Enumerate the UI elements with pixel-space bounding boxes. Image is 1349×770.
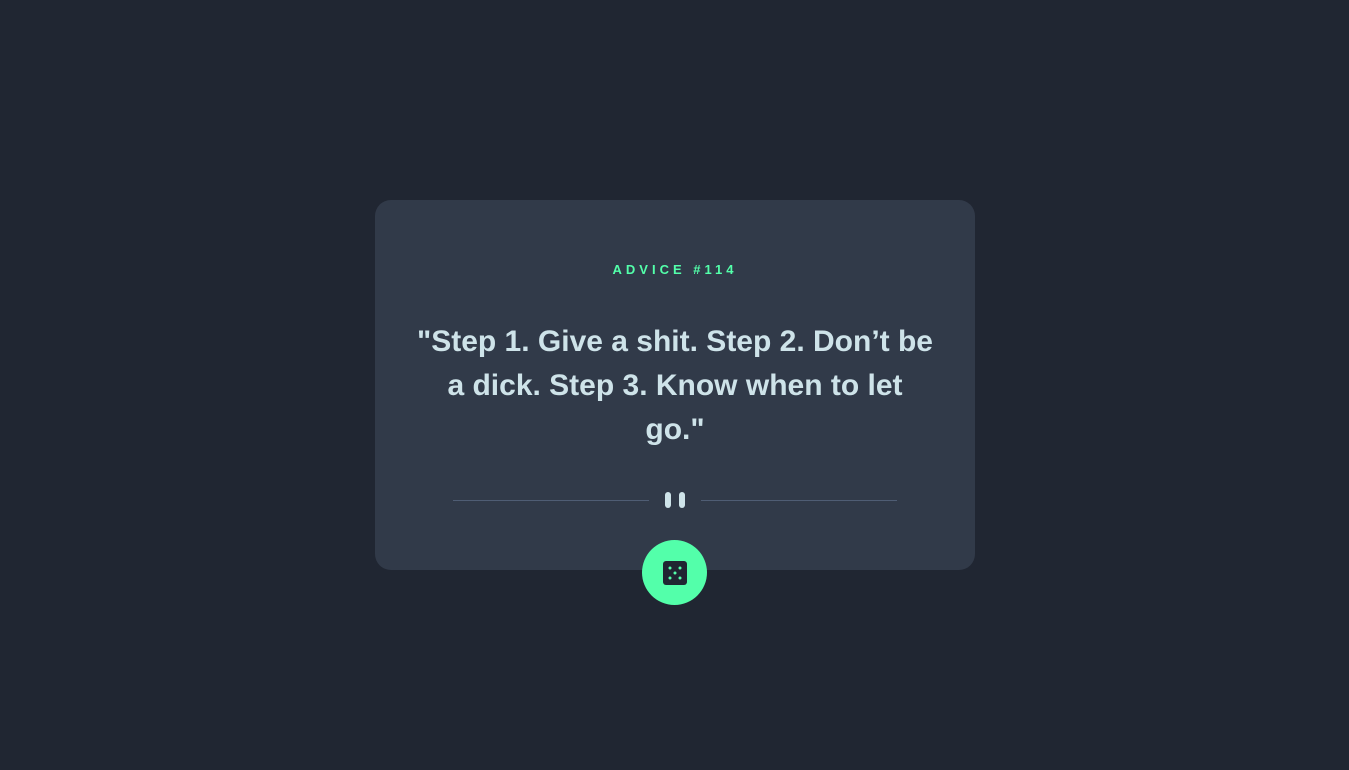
dice-icon: [662, 560, 687, 585]
advice-quote: "Step 1. Give a shit. Step 2. Don’t be a…: [416, 325, 933, 446]
generate-advice-button[interactable]: [642, 540, 707, 605]
divider-line-left: [453, 500, 649, 501]
divider-line-right: [701, 500, 897, 501]
pause-icon: [665, 492, 685, 510]
advice-number-label: ADVICE #114: [612, 262, 738, 277]
advice-card: ADVICE #114 "Step 1. Give a shit. Step 2…: [375, 200, 975, 570]
divider: [453, 492, 897, 510]
